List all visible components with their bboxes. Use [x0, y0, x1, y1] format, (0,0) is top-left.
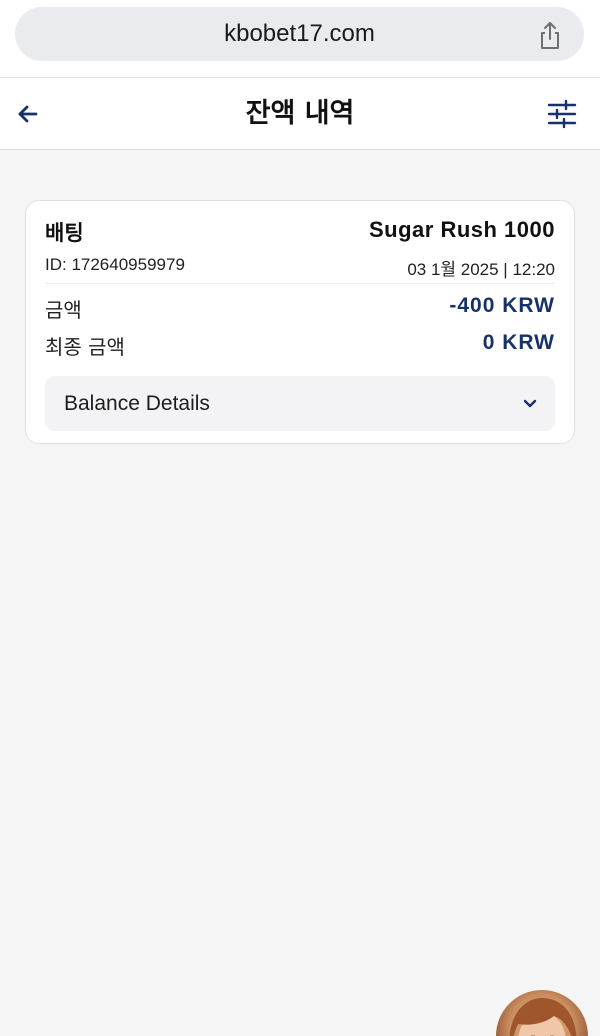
final-amount-value: 0 KRW: [482, 331, 555, 354]
page-title: 잔액 내역: [245, 98, 355, 129]
amount-row: 금액 -400 KRW: [45, 294, 555, 322]
page-header: 잔액 내역: [0, 78, 600, 150]
balance-details-label: Balance Details: [64, 392, 210, 415]
url-text: kbobet17.com: [224, 20, 375, 47]
transaction-meta-row: ID: 172640959979 03 1월 2025 | 12:20: [45, 255, 555, 279]
support-avatar[interactable]: [496, 990, 588, 1036]
final-amount-row: 최종 금액 0 KRW: [45, 331, 555, 359]
game-name: Sugar Rush 1000: [368, 217, 555, 242]
transaction-type: 배팅: [45, 221, 84, 245]
balance-details-toggle[interactable]: Balance Details: [45, 376, 555, 431]
filter-sliders-icon[interactable]: [544, 96, 580, 132]
transaction-id: ID: 172640959979: [45, 255, 185, 274]
final-amount-label: 최종 금액: [45, 335, 125, 359]
browser-address-bar: kbobet17.com: [0, 0, 600, 78]
url-field[interactable]: kbobet17.com: [15, 7, 584, 61]
divider: [45, 283, 555, 284]
amount-label: 금액: [45, 298, 82, 322]
share-icon[interactable]: [534, 20, 566, 52]
chevron-down-icon: [521, 395, 539, 413]
transaction-card: 배팅 Sugar Rush 1000 ID: 172640959979 03 1…: [25, 200, 575, 444]
amount-value: -400 KRW: [449, 294, 555, 317]
transaction-datetime: 03 1월 2025 | 12:20: [407, 260, 555, 279]
transaction-header-row: 배팅 Sugar Rush 1000: [45, 217, 555, 247]
